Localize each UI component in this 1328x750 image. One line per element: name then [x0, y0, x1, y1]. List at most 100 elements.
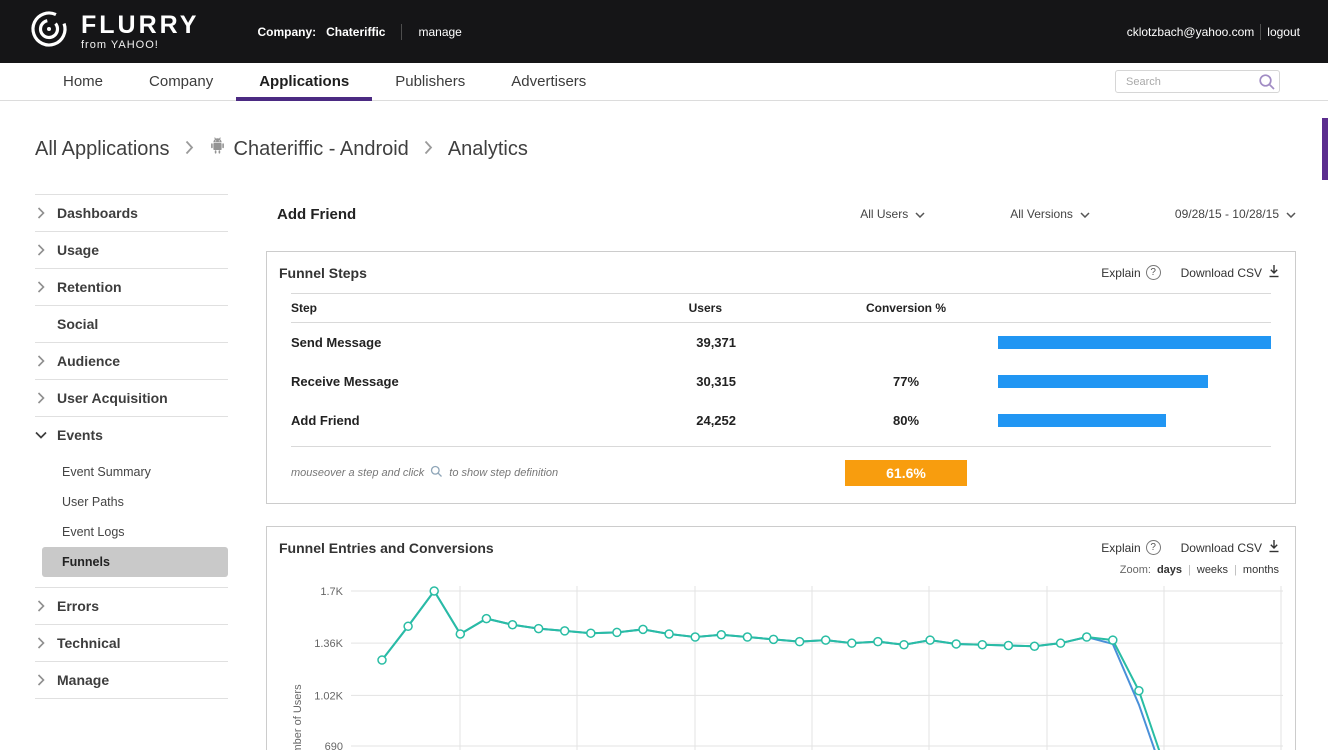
- funnel-steps-footer: mouseover a step and click to show step …: [291, 446, 1271, 503]
- brand-subtitle: from YAHOO!: [81, 40, 199, 52]
- sidebar-item-label: Manage: [57, 672, 109, 688]
- users-filter-dropdown[interactable]: All Users: [860, 207, 925, 221]
- chevron-right-icon: [185, 138, 194, 161]
- breadcrumb-all-applications[interactable]: All Applications: [35, 138, 170, 161]
- magnifier-icon: [430, 465, 443, 481]
- zoom-weeks[interactable]: weeks: [1197, 564, 1228, 576]
- versions-filter-label: All Versions: [1010, 207, 1073, 221]
- logout-link[interactable]: logout: [1267, 25, 1300, 39]
- flurry-logo-icon: [28, 8, 70, 55]
- sidebar-item-manage[interactable]: Manage: [35, 661, 228, 698]
- sidebar-item-event-logs[interactable]: Event Logs: [35, 517, 228, 547]
- sidebar-item-errors[interactable]: Errors: [35, 587, 228, 624]
- step-name[interactable]: Send Message: [291, 335, 646, 350]
- sidebar-item-funnels[interactable]: Funnels: [42, 547, 228, 577]
- chevron-right-icon: [35, 207, 47, 219]
- step-conversion: 80%: [816, 413, 996, 428]
- nav-item-applications[interactable]: Applications: [236, 63, 372, 100]
- funnel-chart-panel: Funnel Entries and Conversions Explain ?…: [266, 526, 1296, 750]
- column-header-users: Users: [646, 301, 736, 315]
- breadcrumb-app[interactable]: Chateriffic - Android: [209, 137, 409, 162]
- download-csv-button[interactable]: Download CSV: [1181, 539, 1281, 556]
- step-name[interactable]: Add Friend: [291, 413, 646, 428]
- download-csv-button[interactable]: Download CSV: [1181, 264, 1281, 281]
- brand-name: FLURRY: [81, 12, 199, 38]
- company-section: Company: Chateriffic manage: [257, 24, 461, 40]
- chevron-right-icon: [424, 138, 433, 161]
- funnel-bar-1: [998, 375, 1208, 388]
- svg-text:690: 690: [325, 741, 343, 750]
- flurry-logo[interactable]: FLURRY from YAHOO!: [28, 8, 199, 55]
- explain-button[interactable]: Explain ?: [1101, 265, 1160, 280]
- entries-conversions-chart: 1.7K 1.36K 1.02K 690 Number of Users: [267, 581, 1295, 750]
- question-icon: ?: [1146, 540, 1161, 555]
- sidebar-item-social[interactable]: Social: [35, 305, 228, 342]
- zoom-days[interactable]: days: [1157, 564, 1182, 576]
- feedback-tab[interactable]: [1322, 118, 1328, 180]
- chevron-down-icon: [915, 207, 925, 221]
- sidebar-item-label: Social: [57, 316, 98, 332]
- nav-item-company[interactable]: Company: [126, 63, 236, 100]
- chevron-right-icon: [35, 392, 47, 404]
- funnel-chart-header: Funnel Entries and Conversions Explain ?…: [267, 527, 1295, 564]
- download-csv-label: Download CSV: [1181, 541, 1262, 555]
- sidebar-item-user-acquisition[interactable]: User Acquisition: [35, 379, 228, 416]
- download-csv-label: Download CSV: [1181, 266, 1262, 280]
- sidebar-item-label: Technical: [57, 635, 121, 651]
- download-icon: [1267, 539, 1281, 556]
- nav-item-publishers[interactable]: Publishers: [372, 63, 488, 100]
- sidebar-item-label: Audience: [57, 353, 120, 369]
- sidebar-item-retention[interactable]: Retention: [35, 268, 228, 305]
- table-row: Add Friend 24,252 80%: [291, 401, 1271, 440]
- svg-text:1.7K: 1.7K: [320, 586, 343, 598]
- sidebar-item-event-summary[interactable]: Event Summary: [35, 457, 228, 487]
- explain-label: Explain: [1101, 541, 1140, 555]
- note-text-post: to show step definition: [449, 467, 558, 479]
- sidebar-item-technical[interactable]: Technical: [35, 624, 228, 661]
- filters: All Users All Versions 09/28/15 - 10/28/…: [775, 207, 1296, 221]
- zoom-months[interactable]: months: [1243, 564, 1279, 576]
- panel-title: Funnel Steps: [279, 265, 367, 281]
- bar-cell: [996, 414, 1271, 427]
- svg-text:1.36K: 1.36K: [314, 638, 343, 650]
- main-content: Add Friend All Users All Versions 09/28/…: [266, 194, 1296, 750]
- bar-cell: [996, 336, 1271, 349]
- account-section: cklotzbach@yahoo.com logout: [1127, 24, 1300, 40]
- sidebar-sub-label: Event Summary: [62, 465, 151, 479]
- manage-link[interactable]: manage: [418, 25, 461, 39]
- chevron-right-icon: [35, 674, 47, 686]
- explain-label: Explain: [1101, 266, 1140, 280]
- sidebar-item-audience[interactable]: Audience: [35, 342, 228, 379]
- sidebar-item-events[interactable]: Events: [35, 416, 228, 453]
- nav-item-advertisers[interactable]: Advertisers: [488, 63, 609, 100]
- svg-text:1.02K: 1.02K: [314, 690, 343, 702]
- chevron-down-icon: [1080, 207, 1090, 221]
- date-range-dropdown[interactable]: 09/28/15 - 10/28/15: [1175, 207, 1296, 221]
- question-icon: ?: [1146, 265, 1161, 280]
- funnel-steps-table: Step Users Conversion % Send Message 39,…: [291, 293, 1271, 440]
- explain-button[interactable]: Explain ?: [1101, 540, 1160, 555]
- funnel-bar-0: [998, 336, 1271, 349]
- sidebar-item-user-paths[interactable]: User Paths: [35, 487, 228, 517]
- download-icon: [1267, 264, 1281, 281]
- bar-cell: [996, 375, 1271, 388]
- nav-item-home[interactable]: Home: [40, 63, 126, 100]
- versions-filter-dropdown[interactable]: All Versions: [1010, 207, 1090, 221]
- chevron-right-icon: [35, 637, 47, 649]
- account-email: cklotzbach@yahoo.com: [1127, 25, 1255, 39]
- search-icon[interactable]: [1258, 73, 1276, 96]
- sidebar-item-dashboards[interactable]: Dashboards: [35, 194, 228, 231]
- sidebar-item-usage[interactable]: Usage: [35, 231, 228, 268]
- users-filter-label: All Users: [860, 207, 908, 221]
- sidebar-item-label: Errors: [57, 598, 99, 614]
- divider: |: [1188, 564, 1191, 576]
- svg-text:Number of Users: Number of Users: [292, 684, 304, 750]
- step-name[interactable]: Receive Message: [291, 374, 646, 389]
- chevron-down-icon: [35, 431, 47, 439]
- sidebar-item-label: Events: [57, 427, 103, 443]
- zoom-label: Zoom:: [1120, 564, 1151, 576]
- search-input[interactable]: [1115, 70, 1280, 93]
- panel-title: Funnel Entries and Conversions: [279, 540, 494, 556]
- note-text-pre: mouseover a step and click: [291, 467, 424, 479]
- sidebar-item-label: Dashboards: [57, 205, 138, 221]
